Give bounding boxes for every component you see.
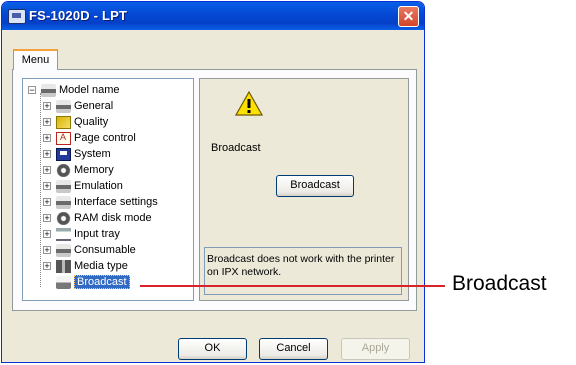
close-button[interactable]: ✕	[398, 6, 419, 27]
apply-button: Apply	[341, 338, 410, 360]
system-icon	[56, 147, 71, 161]
detail-panel: Broadcast Broadcast Broadcast does not w…	[199, 78, 409, 301]
tree-item-label: Emulation	[74, 180, 123, 192]
tree-item-input-tray[interactable]: + Input tray	[43, 226, 120, 242]
tree-item-quality[interactable]: + Quality	[43, 114, 108, 130]
title-bar[interactable]: FS-1020D - LPT ✕	[2, 2, 424, 30]
tree-item-label: Interface settings	[74, 196, 158, 208]
tree-connector-line	[40, 93, 41, 287]
expand-icon[interactable]: +	[43, 262, 51, 271]
tree-item-label: Model name	[59, 84, 120, 96]
tab-menu[interactable]: Menu	[13, 49, 58, 70]
quality-icon	[56, 115, 71, 129]
tree-item-general[interactable]: + General	[43, 98, 113, 114]
tree-item-label: Memory	[74, 164, 114, 176]
printer-icon	[56, 179, 71, 193]
broadcast-button[interactable]: Broadcast	[276, 175, 354, 197]
expand-icon[interactable]: +	[43, 166, 51, 175]
tree-item-model-name[interactable]: − Model name	[28, 82, 120, 98]
expand-icon[interactable]: +	[43, 102, 51, 111]
detail-heading: Broadcast	[211, 142, 261, 154]
tree-item-label-selected: Broadcast	[74, 275, 130, 289]
tree-item-label: Page control	[74, 132, 136, 144]
memory-icon	[56, 163, 71, 177]
expand-icon[interactable]: +	[43, 198, 51, 207]
tree-item-media-type[interactable]: + Media type	[43, 258, 128, 274]
expand-icon[interactable]: +	[43, 118, 51, 127]
page-control-icon	[56, 131, 71, 145]
expand-icon[interactable]: +	[43, 246, 51, 255]
tree-item-label: Media type	[74, 260, 128, 272]
tree-item-label: Consumable	[74, 244, 136, 256]
dialog-window: FS-1020D - LPT ✕ Menu − Model name + Gen…	[1, 1, 425, 363]
printer-icon	[56, 99, 71, 113]
media-icon	[56, 259, 71, 273]
ram-disk-icon	[56, 211, 71, 225]
window-title: FS-1020D - LPT	[29, 8, 128, 23]
expand-icon[interactable]: +	[43, 182, 51, 191]
tray-icon	[56, 227, 71, 241]
tree-item-broadcast[interactable]: Broadcast	[56, 274, 130, 290]
expand-icon[interactable]: +	[43, 150, 51, 159]
tree-item-label: RAM disk mode	[74, 212, 152, 224]
callout-label: Broadcast	[452, 272, 547, 295]
tree-item-page-control[interactable]: + Page control	[43, 130, 136, 146]
printer-app-icon	[8, 9, 26, 24]
printer-icon	[56, 243, 71, 257]
tree-item-consumable[interactable]: + Consumable	[43, 242, 136, 258]
tree-item-interface-settings[interactable]: + Interface settings	[43, 194, 158, 210]
expand-icon[interactable]: +	[43, 134, 51, 143]
expand-icon[interactable]: +	[43, 230, 51, 239]
tree-item-label: Input tray	[74, 228, 120, 240]
cancel-button[interactable]: Cancel	[259, 338, 328, 360]
broadcast-icon	[56, 275, 71, 289]
tree-item-memory[interactable]: + Memory	[43, 162, 114, 178]
broadcast-note: Broadcast does not work with the printer…	[204, 247, 402, 295]
callout-line	[140, 285, 445, 287]
collapse-icon[interactable]: −	[28, 86, 36, 95]
tree-item-label: System	[74, 148, 111, 160]
settings-tree[interactable]: − Model name + General + Quality + Page …	[22, 78, 194, 301]
tree-item-label: General	[74, 100, 114, 112]
tree-item-ram-disk-mode[interactable]: + RAM disk mode	[43, 210, 152, 226]
warning-icon	[235, 91, 263, 116]
ok-button[interactable]: OK	[178, 338, 247, 360]
tree-item-system[interactable]: + System	[43, 146, 111, 162]
printer-icon	[41, 83, 56, 97]
tree-item-label: Quality	[74, 116, 109, 128]
tree-item-emulation[interactable]: + Emulation	[43, 178, 123, 194]
expand-icon[interactable]: +	[43, 214, 51, 223]
printer-icon	[56, 195, 71, 209]
